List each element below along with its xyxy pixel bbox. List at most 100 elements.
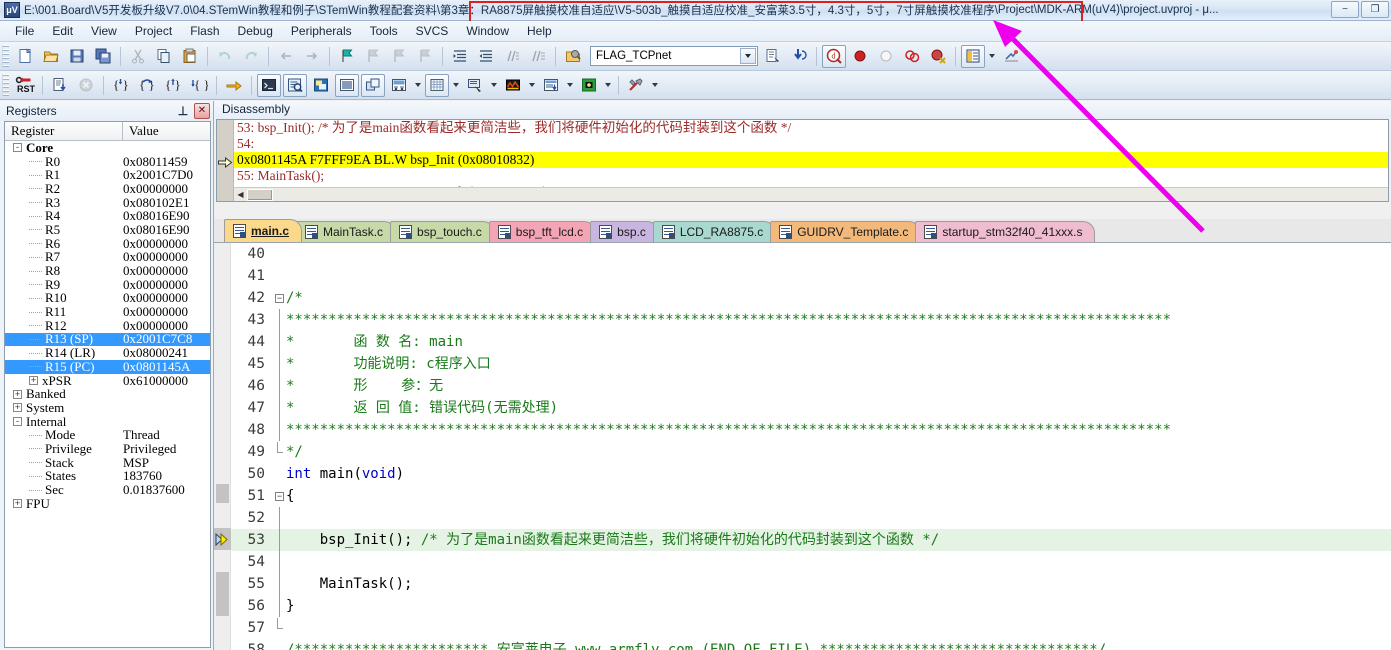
watch-window-dropdown[interactable]: [412, 74, 424, 97]
collapse-icon[interactable]: -: [13, 417, 22, 427]
chevron-down-icon[interactable]: [740, 48, 756, 64]
editor-line[interactable]: 45 * 功能说明: c程序入口: [231, 353, 1391, 375]
symbols-window-icon[interactable]: [309, 74, 333, 97]
toolbox-icon[interactable]: [624, 74, 648, 97]
register-row[interactable]: + FPU: [5, 496, 210, 511]
menu-window[interactable]: Window: [457, 22, 518, 40]
trace-window-icon[interactable]: [539, 74, 563, 97]
memory-window-dropdown[interactable]: [450, 74, 462, 97]
editor-line[interactable]: 55 MainTask();: [231, 573, 1391, 595]
editor-fold-marker[interactable]: −: [273, 491, 286, 501]
scroll-thumb[interactable]: [247, 188, 273, 201]
batch-build-icon[interactable]: [787, 45, 811, 68]
editor-marker-gutter[interactable]: [214, 243, 231, 650]
run-to-line-icon[interactable]: [48, 74, 72, 97]
expand-icon[interactable]: +: [29, 376, 38, 386]
show-next-statement-icon[interactable]: [222, 74, 246, 97]
editor-tab[interactable]: bsp.c: [590, 221, 659, 242]
editor-tab[interactable]: bsp_tft_lcd.c: [488, 221, 597, 242]
menu-flash[interactable]: Flash: [181, 22, 228, 40]
collapse-icon[interactable]: -: [13, 143, 22, 153]
system-viewer-icon[interactable]: [577, 74, 601, 97]
expand-icon[interactable]: +: [13, 403, 22, 413]
disassembly-source-line[interactable]: 54:: [234, 136, 1388, 152]
editor-tab[interactable]: MainTask.c: [296, 221, 397, 242]
registers-window-icon[interactable]: [335, 73, 359, 97]
serial-window-icon[interactable]: [463, 74, 487, 97]
disassembly-asm-line[interactable]: 0x0801145A F7FFF9EA BL.W bsp_Init (0x080…: [234, 152, 1388, 168]
step-into-icon[interactable]: { }: [109, 74, 133, 97]
editor-line[interactable]: 43 **************************************…: [231, 309, 1391, 331]
editor-line[interactable]: 56}: [231, 595, 1391, 617]
pin-icon[interactable]: ⊥: [175, 103, 191, 119]
disassembly-window-icon[interactable]: [283, 73, 307, 97]
editor-tab[interactable]: LCD_RA8875.c: [652, 221, 777, 242]
column-header-value[interactable]: Value: [123, 122, 210, 140]
menu-project[interactable]: Project: [126, 22, 181, 40]
close-icon[interactable]: ✕: [194, 103, 210, 119]
run-to-cursor-icon[interactable]: { }: [187, 74, 211, 97]
registers-rows[interactable]: - Core R0 0x08011459 R1 0x2001C7D0 R2 0x0000000…: [5, 141, 210, 647]
editor-line[interactable]: 41: [231, 265, 1391, 287]
outdent-icon[interactable]: [474, 45, 498, 68]
toolbox-dropdown[interactable]: [649, 74, 661, 97]
fold-collapse-icon[interactable]: −: [275, 491, 284, 501]
system-viewer-dropdown[interactable]: [602, 74, 614, 97]
disassembly-window[interactable]: 53: bsp_Init(); /* 为了是main函数看起来更简洁些，我们将硬…: [216, 119, 1389, 202]
kill-all-breakpoints-icon[interactable]: [900, 45, 924, 68]
editor-line[interactable]: 52: [231, 507, 1391, 529]
analysis-window-icon[interactable]: [501, 74, 525, 97]
menu-view[interactable]: View: [82, 22, 126, 40]
disable-all-breakpoints-icon[interactable]: [926, 45, 950, 68]
editor-tab[interactable]: bsp_touch.c: [390, 221, 495, 242]
editor-line[interactable]: 57: [231, 617, 1391, 639]
open-file-icon[interactable]: [39, 45, 63, 68]
disassembly-source-line[interactable]: 53: bsp_Init(); /* 为了是main函数看起来更简洁些，我们将硬…: [234, 120, 1388, 136]
registers-tree[interactable]: Register Value - Core R0 0x08011459 R1 0x2001…: [4, 121, 211, 648]
menu-peripherals[interactable]: Peripherals: [282, 22, 361, 40]
editor-tab[interactable]: main.c: [224, 219, 303, 242]
menu-help[interactable]: Help: [518, 22, 561, 40]
step-out-icon[interactable]: { }: [161, 74, 185, 97]
editor-line[interactable]: 54: [231, 551, 1391, 573]
menu-svcs[interactable]: SVCS: [407, 22, 458, 40]
call-stack-window-icon[interactable]: [361, 73, 385, 97]
scroll-left-icon[interactable]: ◀: [234, 188, 247, 201]
debug-toolbar-grip[interactable]: [2, 74, 9, 96]
editor-lines[interactable]: 40 41 42−/* 43 *****************************…: [231, 243, 1391, 650]
watch-window-icon[interactable]: [387, 74, 411, 97]
editor-fold-marker[interactable]: −: [273, 293, 286, 303]
menu-file[interactable]: File: [6, 22, 43, 40]
editor-line[interactable]: 40: [231, 243, 1391, 265]
editor-line[interactable]: 58 /*********************** 安富莱电子 www.arm…: [231, 639, 1391, 650]
disassembly-gutter[interactable]: [217, 120, 234, 201]
restore-button[interactable]: ❐: [1361, 1, 1389, 18]
command-window-icon[interactable]: [257, 73, 281, 97]
column-header-register[interactable]: Register: [5, 122, 123, 140]
insert-breakpoint-icon[interactable]: [848, 45, 872, 68]
editor-line[interactable]: 47 * 返 回 值: 错误代码(无需处理): [231, 397, 1391, 419]
indent-icon[interactable]: [448, 45, 472, 68]
reset-cpu-icon[interactable]: RST: [13, 74, 37, 97]
code-editor[interactable]: 40 41 42−/* 43 *****************************…: [214, 243, 1391, 650]
target-selector[interactable]: FLAG_TCPnet: [590, 46, 758, 66]
editor-line[interactable]: 49 */: [231, 441, 1391, 463]
configuration-wizard-icon[interactable]: [999, 45, 1023, 68]
menu-tools[interactable]: Tools: [361, 22, 407, 40]
step-over-icon[interactable]: { }: [135, 74, 159, 97]
memory-window-icon[interactable]: [425, 73, 449, 97]
menu-edit[interactable]: Edit: [43, 22, 82, 40]
fold-collapse-icon[interactable]: −: [275, 293, 284, 303]
editor-tab[interactable]: startup_stm32f40_41xxx.s: [915, 221, 1096, 242]
editor-tab[interactable]: GUIDRV_Template.c: [770, 221, 922, 242]
menu-debug[interactable]: Debug: [229, 22, 282, 40]
serial-window-dropdown[interactable]: [488, 74, 500, 97]
editor-line[interactable]: 46 * 形 参：无: [231, 375, 1391, 397]
minimize-button[interactable]: −: [1331, 1, 1359, 18]
trace-window-dropdown[interactable]: [564, 74, 576, 97]
save-icon[interactable]: [65, 45, 89, 68]
expand-icon[interactable]: +: [13, 499, 22, 509]
start-stop-debug-icon[interactable]: d: [822, 44, 846, 68]
new-file-icon[interactable]: [13, 45, 37, 68]
disassembly-source-line[interactable]: 55: MainTask();: [234, 168, 1388, 184]
